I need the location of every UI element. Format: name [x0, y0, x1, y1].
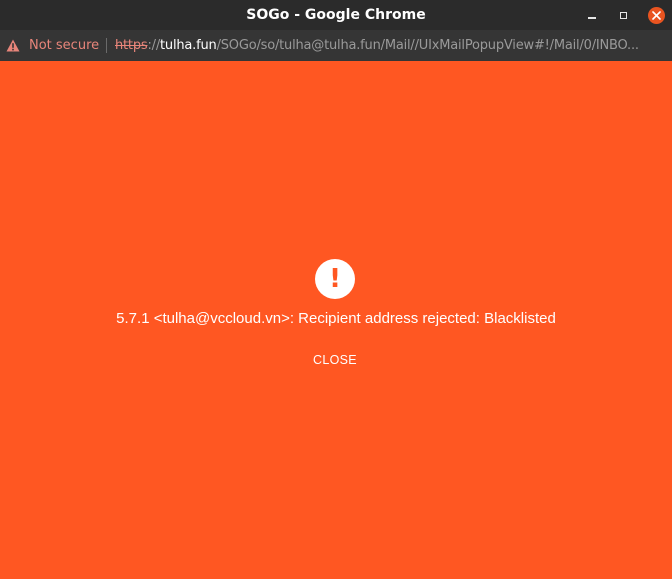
exclamation-icon: !: [315, 259, 355, 299]
address-divider: [106, 38, 107, 53]
url-field[interactable]: https://tulha.fun/SOGo/so/tulha@tulha.fu…: [115, 30, 667, 61]
minimize-icon: [588, 17, 596, 19]
close-icon: [647, 6, 665, 24]
address-bar[interactable]: Not secure https://tulha.fun/SOGo/so/tul…: [0, 30, 672, 61]
close-window-button[interactable]: [646, 5, 666, 25]
browser-window: SOGo - Google Chrome Not secure https://…: [0, 0, 672, 579]
page-content: ! 5.7.1 <tulha@vccloud.vn>: Recipient ad…: [0, 61, 672, 579]
window-title: SOGo - Google Chrome: [246, 7, 426, 23]
title-bar[interactable]: SOGo - Google Chrome: [0, 0, 672, 30]
url-host: tulha.fun: [160, 38, 217, 53]
minimize-button[interactable]: [582, 5, 602, 25]
url-scheme: https: [115, 38, 148, 53]
maximize-button[interactable]: [613, 5, 633, 25]
security-indicator[interactable]: Not secure: [29, 30, 99, 61]
url-path: /SOGo/so/tulha@tulha.fun/Mail//UIxMailPo…: [216, 38, 639, 53]
maximize-icon: [619, 11, 627, 19]
error-message: 5.7.1 <tulha@vccloud.vn>: Recipient addr…: [116, 310, 556, 327]
warning-icon: [6, 39, 20, 52]
url-separator: ://: [147, 38, 161, 53]
close-button[interactable]: CLOSE: [300, 348, 370, 372]
